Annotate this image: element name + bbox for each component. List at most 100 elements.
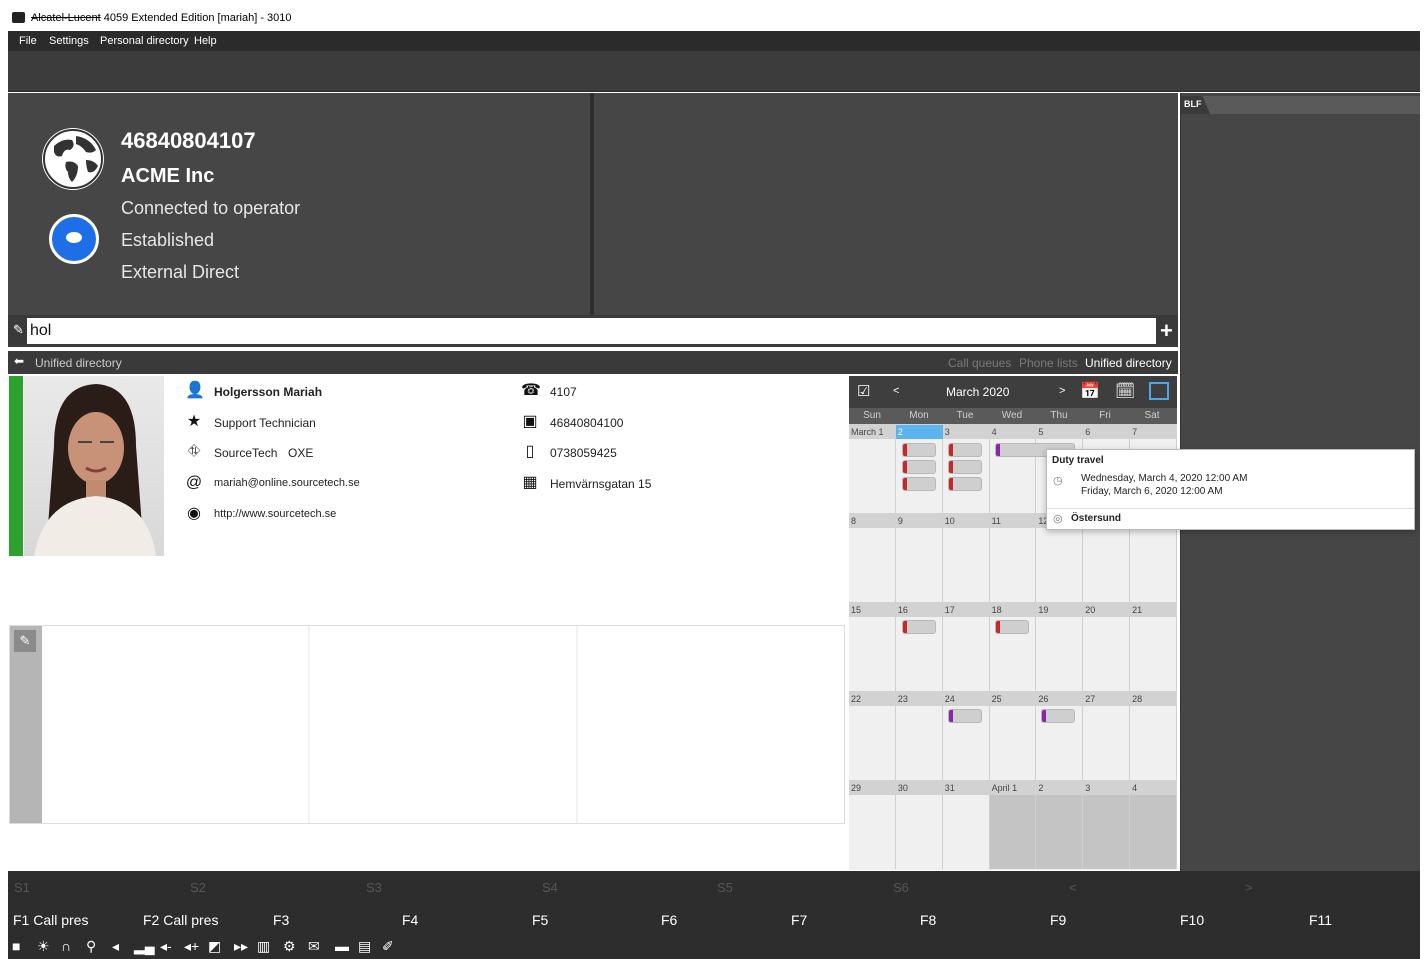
calendar-event[interactable] [902,477,936,491]
speaker-icon[interactable]: ◂ [112,938,119,955]
tab-blf[interactable]: BLF [1180,96,1210,114]
calendar-day-cell[interactable] [849,528,896,602]
slot-key[interactable]: S1 [14,880,30,895]
calendar-event[interactable] [948,443,982,457]
slot-prev[interactable]: < [1069,880,1077,895]
fkey-f2[interactable]: F2 Call pres [143,912,218,928]
pin-icon[interactable]: ✎ [13,322,24,338]
message-icon[interactable]: ▬ [335,938,349,954]
notes-column[interactable] [576,626,578,823]
calendar-event[interactable] [1041,709,1075,723]
menu-file[interactable]: File [19,35,37,47]
menu-help[interactable]: Help [194,35,217,47]
slot-key[interactable]: S5 [717,880,733,895]
fkey-f10[interactable]: F10 [1180,912,1204,928]
headset-icon[interactable]: ∩ [61,938,71,954]
fkey-f4[interactable]: F4 [402,912,418,928]
calendar-check-icon[interactable]: ☑ [857,382,870,400]
calendar-day-cell[interactable] [849,795,896,869]
tab-phone-lists[interactable]: Phone lists [1019,356,1078,370]
book-icon[interactable]: ▥ [257,938,270,955]
print-icon[interactable]: ▤ [358,938,371,955]
next-month-button[interactable]: > [1059,385,1065,397]
fkey-f5[interactable]: F5 [532,912,548,928]
day-view-icon[interactable]: 📅 [1080,381,1100,401]
calendar-day-cell[interactable] [1130,617,1177,691]
fkey-f1[interactable]: F1 Call pres [13,912,88,928]
slot-key[interactable]: S4 [542,880,558,895]
volume-down-icon[interactable]: ◂- [160,938,172,955]
contact-phone[interactable]: 46840804100 [550,416,623,430]
notes-column[interactable] [308,626,310,823]
menu-settings[interactable]: Settings [49,35,89,47]
week-view-icon[interactable]: 🗓 [1115,381,1135,401]
blf-tab-strip: BLF [1180,96,1420,114]
calendar-day-cell[interactable] [1130,795,1177,869]
slot-next[interactable]: > [1245,880,1253,895]
square-icon[interactable]: ■ [12,938,20,954]
fkey-f8[interactable]: F8 [920,912,936,928]
calendar-day-cell[interactable] [1083,617,1131,691]
calendar-day-cell[interactable] [895,528,943,602]
volume-up-icon[interactable]: ◂+ [184,938,199,955]
calendar-day-cell[interactable] [1036,528,1084,602]
calendar-day-cell[interactable] [1083,528,1131,602]
calendar-event[interactable] [902,460,936,474]
brightness-icon[interactable]: ☀ [37,938,50,955]
back-arrow-icon[interactable]: ⬅ [14,354,24,368]
calendar-day-cell[interactable] [895,795,943,869]
calendar-event[interactable] [948,460,982,474]
month-view-icon[interactable] [1149,382,1169,400]
fkey-f11[interactable]: F11 [1309,912,1332,928]
calendar-event[interactable] [948,709,982,723]
calendar-event[interactable] [995,620,1029,634]
calendar-day-cell[interactable] [942,617,990,691]
calendar-event[interactable] [902,620,936,634]
fkey-f9[interactable]: F9 [1050,912,1066,928]
calendar-day-cell[interactable] [1083,706,1131,780]
mute-icon[interactable]: ◩ [208,938,221,955]
slot-key[interactable]: S6 [893,880,909,895]
gears-icon[interactable]: ⚙ [283,938,296,955]
signal-icon[interactable]: ▂▄ [134,938,155,955]
calendar-day-cell[interactable] [1130,528,1177,602]
slot-key[interactable]: S3 [366,880,382,895]
pen-icon[interactable]: ✐ [382,938,394,955]
fkey-f3[interactable]: F3 [273,912,289,928]
calendar-day-cell[interactable] [942,795,990,869]
calendar-day-cell[interactable] [849,617,896,691]
calendar-day-cell[interactable] [1083,795,1131,869]
calendar-day-cell[interactable] [989,706,1037,780]
calendar-day-cell[interactable] [849,706,896,780]
search-input[interactable] [27,318,1156,344]
contact-mobile[interactable]: 0738059425 [550,446,617,460]
contact-email[interactable]: mariah@online.sourcetech.se [214,477,360,489]
calendar-event[interactable] [902,443,936,457]
calendar-day-number: 20 [1085,605,1096,615]
edit-icon[interactable]: ✎ [14,630,36,652]
forward-icon[interactable]: ▸▸ [234,938,248,955]
contact-title: Support Technician [214,416,316,430]
tab-call-queues[interactable]: Call queues [948,356,1011,370]
tab-unified-directory[interactable]: Unified directory [1085,356,1172,370]
calendar-day-cell[interactable] [895,706,943,780]
menu-personal-directory[interactable]: Personal directory [100,35,189,47]
calendar-day-cell[interactable] [942,528,990,602]
calendar-day-cell[interactable] [1130,706,1177,780]
microphone-icon[interactable]: ⚲ [86,938,96,955]
slot-key[interactable]: S2 [190,880,206,895]
add-icon[interactable]: + [1160,318,1173,344]
calendar-day-cell[interactable] [1036,617,1084,691]
calendar-day-cell[interactable] [989,795,1037,869]
calendar-event[interactable] [948,477,982,491]
calendar-day-cell[interactable] [1036,795,1084,869]
contact-extension[interactable]: 4107 [550,385,577,399]
calendar-day-cell[interactable] [989,528,1037,602]
fkey-f6[interactable]: F6 [661,912,677,928]
fkey-f7[interactable]: F7 [791,912,807,928]
calendar-day-number: 31 [944,783,955,793]
calendar-day-cell[interactable] [849,439,896,513]
mail-icon[interactable]: ✉ [308,938,320,955]
prev-month-button[interactable]: < [893,385,899,397]
contact-web[interactable]: http://www.sourcetech.se [214,508,336,520]
